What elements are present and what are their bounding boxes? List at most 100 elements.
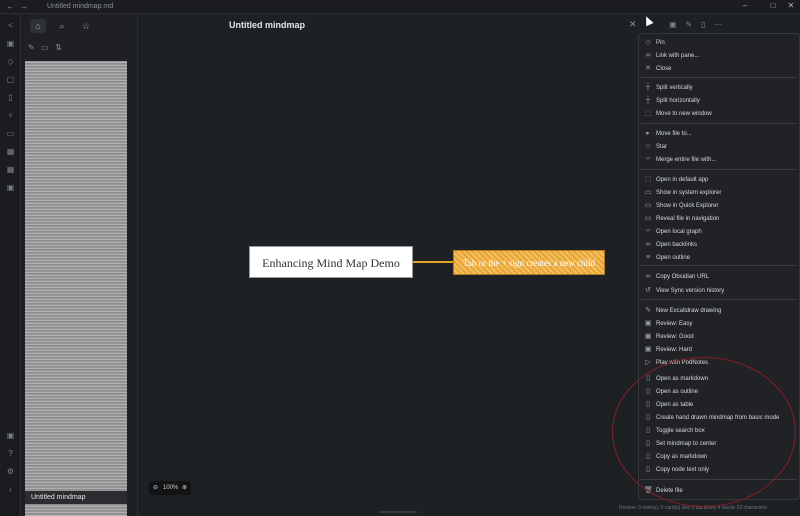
file-list-obscured[interactable]: Untitled mindmap	[25, 61, 127, 516]
zoom-out-icon[interactable]: ⊖	[153, 481, 158, 495]
menu-item[interactable]: ⬚ Open in default app	[639, 174, 799, 186]
close-pane-icon[interactable]: ✕	[629, 19, 637, 30]
starred-tab-icon[interactable]: ☆	[78, 19, 94, 33]
file-item-current[interactable]: Untitled mindmap	[25, 491, 127, 504]
scroll-indicator[interactable]	[379, 511, 417, 513]
menu-item[interactable]: ⑂ Open local graph	[639, 226, 799, 238]
split-horizontal-icon: ┼	[645, 97, 651, 104]
menu-item[interactable]: ▭ Show in system explorer	[639, 187, 799, 199]
zoom-in-icon[interactable]: ⊕	[182, 481, 187, 495]
left-ribbon: < ▣ ◇ ▢ ▯ ⑂ ▭ ▦ ▦ ▣ ▣ ? ⚙ ‹	[0, 14, 21, 516]
zoom-control: ⊖ 100% ⊕	[149, 481, 191, 495]
menu-item[interactable]: ✎ New Excalidraw drawing	[639, 305, 799, 317]
outline-icon: ≡	[645, 254, 651, 261]
forward-icon[interactable]: →	[20, 2, 28, 11]
menu-item[interactable]: ◇ Pin	[639, 37, 799, 49]
calendar-icon[interactable]: ▣	[669, 20, 677, 29]
mindmap-child-node[interactable]: Tab or the + sign creates a new child	[453, 250, 605, 275]
collapse-icon[interactable]: <	[5, 20, 16, 31]
url-icon: ∞	[645, 273, 651, 280]
menu-item-label: Review: Good	[656, 334, 694, 340]
sort-icon[interactable]: ⇅	[55, 43, 62, 52]
menu-separator	[641, 299, 797, 300]
page-title: Untitled mindmap	[229, 20, 305, 30]
new-folder-icon[interactable]: ▭	[41, 43, 49, 52]
template-icon[interactable]: ▦	[5, 164, 16, 175]
calendar-icon[interactable]: ▣	[5, 38, 16, 49]
graph-icon: ⑂	[645, 228, 651, 235]
menu-item[interactable]: ⑂ Merge entire file with...	[639, 154, 799, 166]
grid-icon[interactable]: ▦	[5, 146, 16, 157]
window-close-icon[interactable]: ✕	[784, 1, 798, 10]
reveal-icon: ▭	[644, 215, 652, 222]
menu-item[interactable]: ✕ Close	[639, 63, 799, 75]
more-icon[interactable]: ⋯	[714, 20, 722, 29]
excalidraw-icon[interactable]: ▢	[5, 74, 16, 85]
menu-item-label: View Sync version history	[656, 288, 725, 294]
menu-item[interactable]: ≡ Open outline	[639, 252, 799, 264]
menu-item[interactable]: ∞ Open backlinks	[639, 239, 799, 251]
menu-separator	[641, 169, 797, 170]
menu-item[interactable]: ⬚ Move to new window	[639, 108, 799, 120]
minimize-icon[interactable]: –	[738, 1, 752, 10]
excalidraw-icon: ✎	[645, 307, 651, 314]
maximize-icon[interactable]: □	[766, 1, 780, 10]
menu-item-label: Close	[656, 66, 672, 72]
zoom-level: 100%	[163, 485, 179, 491]
menu-item-label: Review: Hard	[656, 347, 693, 353]
menu-item[interactable]: ┼ Split horizontally	[639, 95, 799, 107]
menu-item[interactable]: ↺ View Sync version history	[639, 285, 799, 297]
menu-item-label: New Excalidraw drawing	[656, 308, 722, 314]
close-icon: ✕	[645, 65, 651, 72]
menu-item[interactable]: ∞ Link with pane...	[639, 50, 799, 62]
mindmap-root-node[interactable]: Enhancing Mind Map Demo	[249, 246, 413, 278]
menu-separator	[641, 77, 797, 78]
back-icon[interactable]: ←	[6, 2, 14, 11]
menu-item-label: Show in Quick Explorer	[656, 203, 719, 209]
review-icon: ▣	[644, 346, 652, 353]
edit-icon[interactable]: ✎	[685, 20, 692, 29]
terminal-icon[interactable]: ▭	[5, 128, 16, 139]
backlinks-icon: ∞	[645, 241, 651, 248]
files-tab-icon[interactable]: ⌂	[30, 19, 46, 33]
search-tab-icon[interactable]: ⌕	[54, 19, 70, 33]
expand-icon[interactable]: ‹	[5, 484, 16, 495]
help-icon[interactable]: ?	[5, 448, 16, 459]
pin-icon: ◇	[645, 39, 651, 46]
menu-item-label: Show in system explorer	[656, 190, 722, 196]
play-icon: ▷	[645, 359, 651, 366]
menu-item-label: Open outline	[656, 255, 691, 261]
menu-item-label: Split vertically	[656, 85, 693, 91]
menu-item[interactable]: ┼ Split vertically	[639, 82, 799, 94]
menu-item[interactable]: ☆ Star	[639, 141, 799, 153]
merge-icon: ⑂	[645, 156, 651, 163]
settings-icon[interactable]: ⚙	[5, 466, 16, 477]
review-icon: ▣	[644, 333, 652, 340]
menu-item-label: Pin	[656, 40, 665, 46]
book-icon[interactable]: ▯	[701, 20, 705, 29]
vault-icon[interactable]: ▣	[5, 430, 16, 441]
graph-icon[interactable]: ⑂	[5, 110, 16, 121]
history-icon: ↺	[645, 287, 651, 294]
menu-item[interactable]: ∞ Copy Obsidian URL	[639, 271, 799, 283]
daily-note-icon[interactable]: ▣	[5, 182, 16, 193]
menu-item[interactable]: ▭ Show in Quick Explorer	[639, 200, 799, 212]
menu-item[interactable]: ▣ Review: Good	[639, 331, 799, 343]
open-app-icon: ⬚	[644, 176, 652, 183]
menu-item[interactable]: ▣ Review: Hard	[639, 344, 799, 356]
menu-item[interactable]: ▸ Move file to...	[639, 128, 799, 140]
menu-item[interactable]: ▣ Review: Easy	[639, 318, 799, 330]
star-icon: ☆	[644, 143, 652, 150]
menu-item-label: Open in default app	[656, 177, 709, 183]
menu-item[interactable]: ▭ Reveal file in navigation	[639, 213, 799, 225]
file-icon[interactable]: ▯	[5, 92, 16, 103]
explorer-icon: ▭	[644, 189, 652, 196]
menu-item-label: Move file to...	[656, 131, 692, 137]
new-note-icon[interactable]: ✎	[28, 43, 35, 52]
split-vertical-icon: ┼	[645, 84, 651, 91]
menu-separator	[641, 265, 797, 266]
menu-item-label: Copy Obsidian URL	[656, 274, 710, 280]
review-icon: ▣	[644, 320, 652, 327]
menu-item-label: Open local graph	[656, 229, 702, 235]
tag-icon[interactable]: ◇	[5, 56, 16, 67]
